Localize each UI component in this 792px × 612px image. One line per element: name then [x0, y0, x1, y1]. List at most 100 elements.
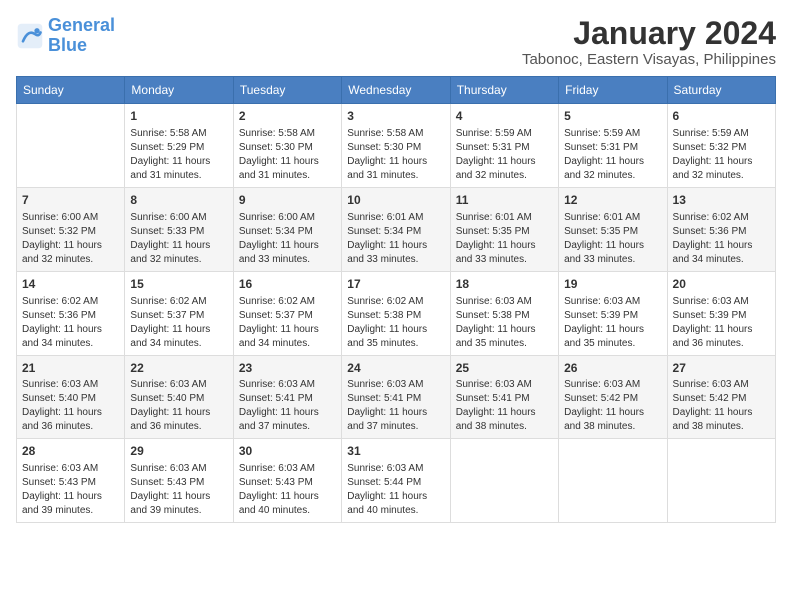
- day-info: Sunrise: 6:03 AM Sunset: 5:44 PM Dayligh…: [347, 462, 444, 518]
- calendar-cell: 18 Sunrise: 6:03 AM Sunset: 5:38 PM Dayli…: [450, 271, 558, 355]
- calendar-cell: 9 Sunrise: 6:00 AM Sunset: 5:34 PM Daylig…: [233, 187, 341, 271]
- title-block: January 2024 Tabonoc, Eastern Visayas, P…: [522, 16, 776, 68]
- logo-text: General Blue: [48, 16, 115, 56]
- calendar-week-row: 14 Sunrise: 6:02 AM Sunset: 5:36 PM Dayli…: [17, 271, 776, 355]
- calendar-cell: 14 Sunrise: 6:02 AM Sunset: 5:36 PM Dayli…: [17, 271, 125, 355]
- day-info: Sunrise: 6:03 AM Sunset: 5:41 PM Dayligh…: [239, 378, 336, 434]
- day-number: 28: [22, 443, 119, 460]
- day-number: 10: [347, 192, 444, 209]
- calendar-week-row: 1 Sunrise: 5:58 AM Sunset: 5:29 PM Daylig…: [17, 104, 776, 188]
- calendar-cell: 17Sunrise: 6:02 AM Sunset: 5:38 PM Dayli…: [342, 271, 450, 355]
- day-info: Sunrise: 5:58 AM Sunset: 5:30 PM Dayligh…: [239, 127, 336, 183]
- calendar-cell: 2Sunrise: 5:58 AM Sunset: 5:30 PM Daylig…: [233, 104, 341, 188]
- day-info: Sunrise: 6:03 AM Sunset: 5:40 PM Dayligh…: [130, 378, 227, 434]
- calendar-cell: 28 Sunrise: 6:03 AM Sunset: 5:43 PM Dayli…: [17, 439, 125, 523]
- calendar-cell: 11Sunrise: 6:01 AM Sunset: 5:35 PM Dayli…: [450, 187, 558, 271]
- logo-general: General: [48, 15, 115, 35]
- calendar-cell: 15 Sunrise: 6:02 AM Sunset: 5:37 PM Dayli…: [125, 271, 233, 355]
- subtitle: Tabonoc, Eastern Visayas, Philippines: [522, 51, 776, 68]
- day-number: 19: [564, 276, 661, 293]
- day-number: 6: [673, 108, 770, 125]
- calendar-week-row: 28 Sunrise: 6:03 AM Sunset: 5:43 PM Dayli…: [17, 439, 776, 523]
- calendar-cell: 25Sunrise: 6:03 AM Sunset: 5:41 PM Dayli…: [450, 355, 558, 439]
- header-cell-saturday: Saturday: [667, 77, 775, 104]
- calendar-cell: 22Sunrise: 6:03 AM Sunset: 5:40 PM Dayli…: [125, 355, 233, 439]
- calendar-cell: 30Sunrise: 6:03 AM Sunset: 5:43 PM Dayli…: [233, 439, 341, 523]
- header-cell-thursday: Thursday: [450, 77, 558, 104]
- logo: General Blue: [16, 16, 115, 56]
- day-number: 20: [673, 276, 770, 293]
- logo-blue: Blue: [48, 35, 87, 55]
- day-info: Sunrise: 5:58 AM Sunset: 5:30 PM Dayligh…: [347, 127, 444, 183]
- day-info: Sunrise: 6:03 AM Sunset: 5:43 PM Dayligh…: [130, 462, 227, 518]
- day-number: 24: [347, 360, 444, 377]
- day-info: Sunrise: 6:03 AM Sunset: 5:42 PM Dayligh…: [673, 378, 770, 434]
- day-number: 18: [456, 276, 553, 293]
- day-number: 21: [22, 360, 119, 377]
- calendar-cell: 16Sunrise: 6:02 AM Sunset: 5:37 PM Dayli…: [233, 271, 341, 355]
- main-title: January 2024: [522, 16, 776, 51]
- day-number: 5: [564, 108, 661, 125]
- day-info: Sunrise: 6:02 AM Sunset: 5:37 PM Dayligh…: [130, 295, 227, 351]
- day-info: Sunrise: 6:02 AM Sunset: 5:36 PM Dayligh…: [22, 295, 119, 351]
- day-number: 29: [130, 443, 227, 460]
- day-number: 8: [130, 192, 227, 209]
- day-info: Sunrise: 6:00 AM Sunset: 5:34 PM Dayligh…: [239, 211, 336, 267]
- calendar-cell: 7 Sunrise: 6:00 AM Sunset: 5:32 PM Daylig…: [17, 187, 125, 271]
- calendar-cell: 8 Sunrise: 6:00 AM Sunset: 5:33 PM Daylig…: [125, 187, 233, 271]
- day-info: Sunrise: 6:03 AM Sunset: 5:40 PM Dayligh…: [22, 378, 119, 434]
- day-info: Sunrise: 6:01 AM Sunset: 5:35 PM Dayligh…: [456, 211, 553, 267]
- day-number: 14: [22, 276, 119, 293]
- day-info: Sunrise: 5:59 AM Sunset: 5:31 PM Dayligh…: [456, 127, 553, 183]
- day-number: 4: [456, 108, 553, 125]
- day-info: Sunrise: 6:01 AM Sunset: 5:35 PM Dayligh…: [564, 211, 661, 267]
- calendar-cell: [667, 439, 775, 523]
- day-number: 30: [239, 443, 336, 460]
- day-info: Sunrise: 6:00 AM Sunset: 5:33 PM Dayligh…: [130, 211, 227, 267]
- calendar-cell: 27Sunrise: 6:03 AM Sunset: 5:42 PM Dayli…: [667, 355, 775, 439]
- calendar-cell: 5 Sunrise: 5:59 AM Sunset: 5:31 PM Daylig…: [559, 104, 667, 188]
- day-info: Sunrise: 6:02 AM Sunset: 5:37 PM Dayligh…: [239, 295, 336, 351]
- day-number: 23: [239, 360, 336, 377]
- day-info: Sunrise: 6:03 AM Sunset: 5:43 PM Dayligh…: [22, 462, 119, 518]
- day-number: 27: [673, 360, 770, 377]
- calendar-cell: 29 Sunrise: 6:03 AM Sunset: 5:43 PM Dayli…: [125, 439, 233, 523]
- day-number: 26: [564, 360, 661, 377]
- calendar-cell: 6 Sunrise: 5:59 AM Sunset: 5:32 PM Daylig…: [667, 104, 775, 188]
- day-number: 13: [673, 192, 770, 209]
- day-info: Sunrise: 5:59 AM Sunset: 5:32 PM Dayligh…: [673, 127, 770, 183]
- calendar-week-row: 7 Sunrise: 6:00 AM Sunset: 5:32 PM Daylig…: [17, 187, 776, 271]
- day-info: Sunrise: 5:58 AM Sunset: 5:29 PM Dayligh…: [130, 127, 227, 183]
- calendar-cell: 24Sunrise: 6:03 AM Sunset: 5:41 PM Dayli…: [342, 355, 450, 439]
- logo-icon: [16, 22, 44, 50]
- calendar-week-row: 21Sunrise: 6:03 AM Sunset: 5:40 PM Dayli…: [17, 355, 776, 439]
- day-info: Sunrise: 6:00 AM Sunset: 5:32 PM Dayligh…: [22, 211, 119, 267]
- day-number: 9: [239, 192, 336, 209]
- day-info: Sunrise: 6:02 AM Sunset: 5:38 PM Dayligh…: [347, 295, 444, 351]
- day-info: Sunrise: 6:03 AM Sunset: 5:38 PM Dayligh…: [456, 295, 553, 351]
- calendar-cell: 13Sunrise: 6:02 AM Sunset: 5:36 PM Dayli…: [667, 187, 775, 271]
- day-number: 3: [347, 108, 444, 125]
- day-number: 22: [130, 360, 227, 377]
- calendar-cell: 26Sunrise: 6:03 AM Sunset: 5:42 PM Dayli…: [559, 355, 667, 439]
- calendar-cell: 3 Sunrise: 5:58 AM Sunset: 5:30 PM Daylig…: [342, 104, 450, 188]
- calendar-cell: 1 Sunrise: 5:58 AM Sunset: 5:29 PM Daylig…: [125, 104, 233, 188]
- day-number: 7: [22, 192, 119, 209]
- day-number: 12: [564, 192, 661, 209]
- calendar-cell: 19 Sunrise: 6:03 AM Sunset: 5:39 PM Dayli…: [559, 271, 667, 355]
- calendar-header-row: SundayMondayTuesdayWednesdayThursdayFrid…: [17, 77, 776, 104]
- calendar-cell: [450, 439, 558, 523]
- day-info: Sunrise: 6:01 AM Sunset: 5:34 PM Dayligh…: [347, 211, 444, 267]
- calendar-cell: 12 Sunrise: 6:01 AM Sunset: 5:35 PM Dayli…: [559, 187, 667, 271]
- calendar-cell: 4 Sunrise: 5:59 AM Sunset: 5:31 PM Daylig…: [450, 104, 558, 188]
- day-info: Sunrise: 5:59 AM Sunset: 5:31 PM Dayligh…: [564, 127, 661, 183]
- page-header: General Blue January 2024 Tabonoc, Easte…: [16, 16, 776, 68]
- day-number: 15: [130, 276, 227, 293]
- day-info: Sunrise: 6:03 AM Sunset: 5:39 PM Dayligh…: [564, 295, 661, 351]
- calendar-cell: 21Sunrise: 6:03 AM Sunset: 5:40 PM Dayli…: [17, 355, 125, 439]
- calendar-cell: 31Sunrise: 6:03 AM Sunset: 5:44 PM Dayli…: [342, 439, 450, 523]
- calendar-cell: 23Sunrise: 6:03 AM Sunset: 5:41 PM Dayli…: [233, 355, 341, 439]
- day-number: 1: [130, 108, 227, 125]
- header-cell-monday: Monday: [125, 77, 233, 104]
- day-info: Sunrise: 6:03 AM Sunset: 5:42 PM Dayligh…: [564, 378, 661, 434]
